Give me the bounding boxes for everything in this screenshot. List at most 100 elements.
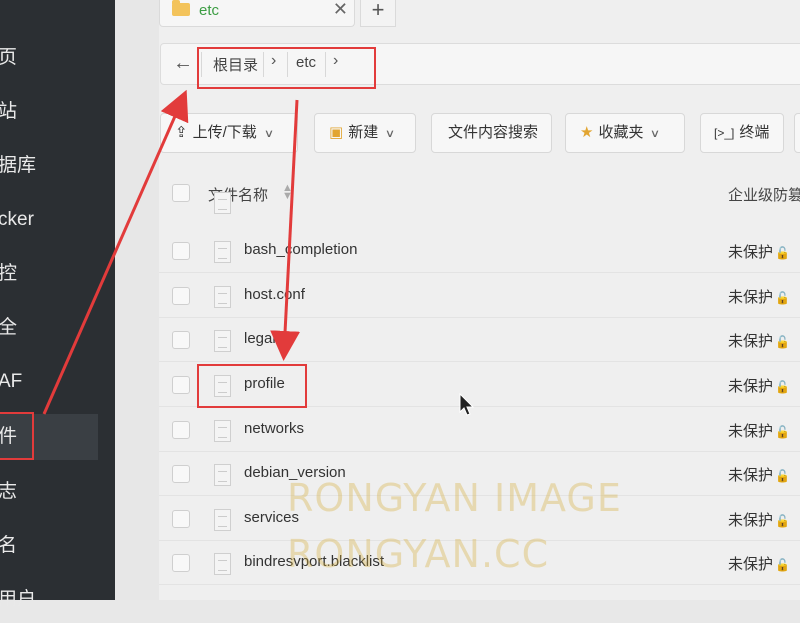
protect-label: 未保护 bbox=[728, 423, 774, 440]
lock-icon[interactable]: 🔓 bbox=[775, 246, 790, 260]
protect-status: 未保护 🔓 bbox=[728, 464, 790, 485]
table-row[interactable]: debian_version 未保护 🔓 bbox=[159, 452, 800, 496]
table-row[interactable]: bash_completion 未保护 🔓 bbox=[159, 229, 800, 273]
protect-status: 未保护 🔓 bbox=[728, 553, 790, 574]
protect-label: 未保护 bbox=[728, 467, 774, 484]
lock-icon[interactable]: 🔓 bbox=[775, 514, 790, 528]
upload-label: 上传/下载 bbox=[192, 124, 257, 141]
file-icon bbox=[214, 241, 231, 263]
file-name[interactable]: host.conf bbox=[244, 286, 305, 303]
annotation-box-profile bbox=[197, 364, 307, 408]
sidebar-item-users[interactable]: 用户 bbox=[0, 577, 98, 623]
row-checkbox[interactable] bbox=[172, 376, 190, 394]
sidebar-item-monitor[interactable]: 控 bbox=[0, 251, 98, 297]
new-label: 新建 bbox=[348, 124, 379, 141]
row-checkbox[interactable] bbox=[172, 421, 190, 439]
row-checkbox[interactable] bbox=[172, 465, 190, 483]
protect-label: 未保护 bbox=[728, 378, 774, 395]
file-icon bbox=[214, 420, 231, 442]
lock-icon[interactable]: 🔓 bbox=[775, 380, 790, 394]
back-arrow-icon[interactable]: ← bbox=[173, 52, 193, 75]
sidebar-item-label: 控 bbox=[0, 263, 18, 284]
sort-icon[interactable]: ▲ ▼ bbox=[282, 183, 293, 202]
table-row[interactable]: services 未保护 🔓 bbox=[159, 497, 800, 541]
file-icon bbox=[214, 464, 231, 486]
protect-status: 未保护 🔓 bbox=[728, 286, 790, 307]
table-row[interactable]: bindresvport.blacklist 未保护 🔓 bbox=[159, 541, 800, 585]
lock-icon[interactable]: 🔓 bbox=[775, 469, 790, 483]
mouse-cursor-icon bbox=[459, 393, 475, 416]
table-row[interactable]: legal 未保护 🔓 bbox=[159, 318, 800, 362]
sidebar-item-logs[interactable]: 志 bbox=[0, 469, 98, 515]
file-name[interactable]: debian_version bbox=[244, 464, 346, 481]
favorites-label: 收藏夹 bbox=[598, 124, 644, 141]
folder-icon bbox=[172, 0, 190, 16]
sidebar-item-home[interactable]: 页 bbox=[0, 35, 98, 81]
file-icon bbox=[214, 286, 231, 308]
sidebar-item-label: AF bbox=[0, 371, 23, 392]
favorites-button[interactable]: ★ 收藏夹 ∨ bbox=[565, 113, 685, 153]
new-tab-button[interactable]: + bbox=[360, 0, 396, 27]
content-search-button[interactable]: 文件内容搜索 bbox=[431, 113, 552, 153]
upload-icon: ⇪ bbox=[175, 124, 188, 141]
row-checkbox[interactable] bbox=[172, 554, 190, 572]
sidebar-item-label: cker bbox=[0, 209, 34, 230]
sidebar-item-label: 据库 bbox=[0, 155, 37, 176]
column-header-protect[interactable]: 企业级防篡 bbox=[728, 184, 800, 205]
row-checkbox[interactable] bbox=[172, 287, 190, 305]
lock-icon[interactable]: 🔓 bbox=[775, 425, 790, 439]
row-checkbox[interactable] bbox=[172, 331, 190, 349]
file-icon bbox=[214, 509, 231, 531]
select-all-checkbox[interactable] bbox=[172, 184, 190, 202]
sidebar-item-database[interactable]: 据库 bbox=[0, 143, 98, 189]
new-folder-icon: ▣ bbox=[329, 124, 344, 141]
chevron-down-icon: ∨ bbox=[263, 128, 275, 140]
table-row[interactable]: networks 未保护 🔓 bbox=[159, 408, 800, 452]
sidebar-item-label: 志 bbox=[0, 481, 18, 502]
file-name[interactable]: services bbox=[244, 509, 299, 526]
file-name[interactable]: bindresvport.blacklist bbox=[244, 553, 384, 570]
file-icon bbox=[214, 192, 231, 214]
file-name[interactable]: legal bbox=[244, 330, 276, 347]
file-manager: etc ✕ + ← 根目录 › etc › ⇪ 上传/下载 ∨ ▣ 新建 ∨ 文件内容搜… bbox=[159, 0, 800, 600]
file-icon bbox=[214, 330, 231, 352]
terminal-label: 终端 bbox=[739, 124, 770, 141]
sidebar-item-domains[interactable]: 名 bbox=[0, 523, 98, 569]
protect-status: 未保护 🔓 bbox=[728, 241, 790, 262]
lock-icon[interactable]: 🔓 bbox=[775, 558, 790, 572]
tab-bar: etc ✕ + bbox=[159, 0, 800, 28]
file-icon bbox=[214, 553, 231, 575]
more-button[interactable] bbox=[794, 113, 800, 153]
terminal-button[interactable]: [>_] 终端 bbox=[700, 113, 784, 153]
file-name[interactable]: networks bbox=[244, 420, 304, 437]
sidebar-item-website[interactable]: 站 bbox=[0, 89, 98, 135]
gutter bbox=[115, 0, 159, 600]
tab-etc[interactable]: etc ✕ bbox=[159, 0, 355, 27]
lock-icon[interactable]: 🔓 bbox=[775, 291, 790, 305]
chevron-down-icon: ∨ bbox=[384, 128, 396, 140]
close-icon[interactable]: ✕ bbox=[333, 0, 348, 20]
table-row bbox=[159, 192, 800, 216]
row-checkbox[interactable] bbox=[172, 510, 190, 528]
file-name[interactable]: bash_completion bbox=[244, 241, 357, 258]
protect-label: 未保护 bbox=[728, 512, 774, 529]
sidebar-item-waf[interactable]: AF bbox=[0, 359, 98, 405]
annotation-box-path bbox=[197, 47, 376, 89]
tab-label: etc bbox=[199, 2, 220, 19]
sidebar-item-label: 名 bbox=[0, 535, 18, 556]
content-search-label: 文件内容搜索 bbox=[448, 124, 539, 141]
upload-download-button[interactable]: ⇪ 上传/下载 ∨ bbox=[160, 113, 298, 153]
sidebar-item-label: 站 bbox=[0, 101, 18, 122]
sidebar-item-label: 页 bbox=[0, 47, 18, 68]
sidebar-item-docker[interactable]: cker bbox=[0, 197, 98, 243]
lock-icon[interactable]: 🔓 bbox=[775, 335, 790, 349]
protect-status: 未保护 🔓 bbox=[728, 375, 790, 396]
protect-status: 未保护 🔓 bbox=[728, 330, 790, 351]
annotation-box-files bbox=[0, 412, 34, 460]
new-button[interactable]: ▣ 新建 ∨ bbox=[314, 113, 416, 153]
sidebar-item-security[interactable]: 全 bbox=[0, 305, 98, 351]
row-checkbox[interactable] bbox=[172, 242, 190, 260]
protect-status: 未保护 🔓 bbox=[728, 509, 790, 530]
protect-status: 未保护 🔓 bbox=[728, 420, 790, 441]
table-row[interactable]: host.conf 未保护 🔓 bbox=[159, 274, 800, 318]
